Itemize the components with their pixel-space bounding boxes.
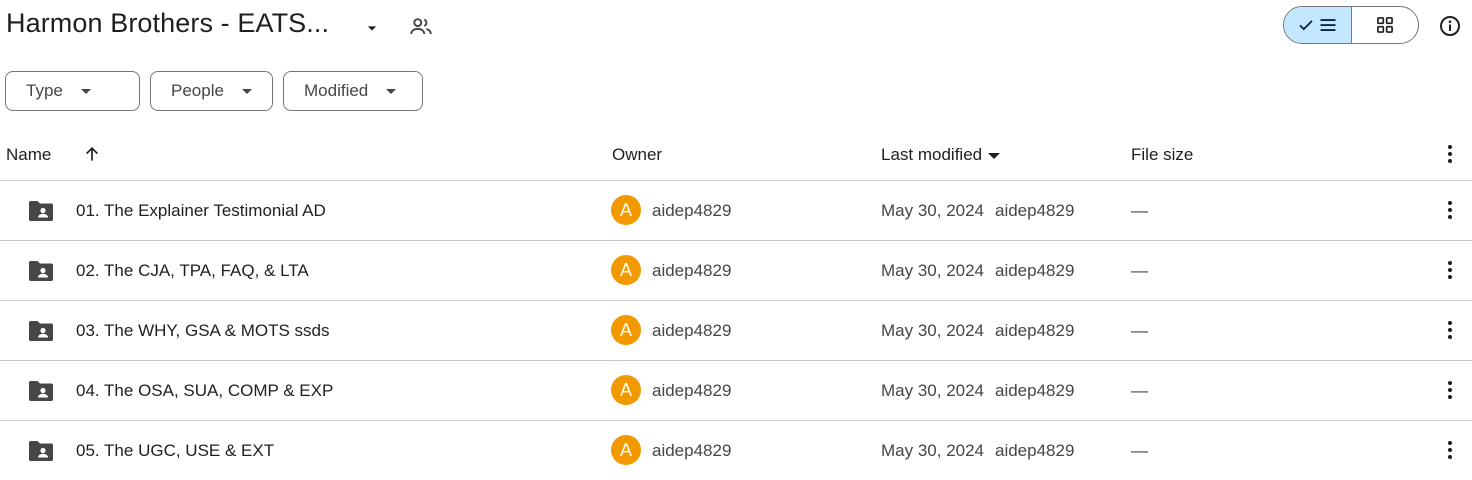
avatar: A — [611, 375, 641, 405]
view-toggle — [1283, 6, 1419, 44]
chip-label: Type — [26, 81, 63, 100]
people-icon[interactable] — [408, 14, 434, 40]
modified-by: aidep4829 — [995, 201, 1075, 220]
table-header: Name Owner Last modified File size — [0, 128, 1472, 181]
avatar: A — [611, 315, 641, 345]
column-header-label: Last modified — [881, 145, 983, 164]
more-vert-icon[interactable] — [1438, 378, 1462, 402]
column-header-last-modified[interactable]: Last modified — [881, 145, 1001, 165]
file-name[interactable]: 03. The WHY, GSA & MOTS ssds — [76, 321, 330, 341]
file-size: — — [1131, 321, 1148, 340]
shared-folder-icon — [29, 201, 53, 221]
shared-folder-icon — [29, 381, 53, 401]
owner-name: aidep4829 — [652, 381, 732, 400]
owner-name: aidep4829 — [652, 441, 732, 460]
owner-name: aidep4829 — [652, 261, 732, 280]
grid-icon — [1377, 17, 1393, 33]
header: Harmon Brothers - EATS... — [0, 0, 1472, 56]
column-header-file-size[interactable]: File size — [1131, 145, 1193, 165]
file-name[interactable]: 04. The OSA, SUA, COMP & EXP — [76, 381, 333, 401]
more-vert-icon[interactable] — [1438, 258, 1462, 282]
more-vert-icon[interactable] — [1438, 318, 1462, 342]
modified-by: aidep4829 — [995, 441, 1075, 460]
modified-date: May 30, 2024 — [881, 201, 985, 220]
modified-date: May 30, 2024 — [881, 441, 985, 460]
file-name[interactable]: 05. The UGC, USE & EXT — [76, 441, 274, 461]
file-name[interactable]: 01. The Explainer Testimonial AD — [76, 201, 326, 221]
list-view-button[interactable] — [1284, 7, 1352, 43]
shared-folder-icon — [29, 441, 53, 461]
file-size: — — [1131, 261, 1148, 280]
modified-date: May 30, 2024 — [881, 261, 985, 280]
file-size: — — [1131, 441, 1148, 460]
people-filter-chip[interactable]: People — [150, 71, 273, 111]
table-row[interactable]: 04. The OSA, SUA, COMP & EXP A aidep4829… — [0, 361, 1472, 421]
shared-folder-icon — [29, 261, 53, 281]
file-size: — — [1131, 201, 1148, 220]
filter-chips: Type People Modified — [5, 71, 423, 111]
modified-date: May 30, 2024 — [881, 321, 985, 340]
shared-folder-icon — [29, 321, 53, 341]
type-filter-chip[interactable]: Type — [5, 71, 140, 111]
modified-by: aidep4829 — [995, 381, 1075, 400]
arrow-drop-down-icon[interactable] — [362, 18, 382, 38]
owner-name: aidep4829 — [652, 321, 732, 340]
table-row[interactable]: 05. The UGC, USE & EXT A aidep4829 May 3… — [0, 421, 1472, 480]
table-row[interactable]: 02. The CJA, TPA, FAQ, & LTA A aidep4829… — [0, 241, 1472, 301]
info-icon[interactable] — [1438, 14, 1462, 38]
file-list: Name Owner Last modified File size 01. T… — [0, 128, 1472, 480]
table-row[interactable]: 03. The WHY, GSA & MOTS ssds A aidep4829… — [0, 301, 1472, 361]
modified-filter-chip[interactable]: Modified — [283, 71, 423, 111]
avatar: A — [611, 255, 641, 285]
column-header-name[interactable]: Name — [6, 145, 51, 165]
more-vert-icon[interactable] — [1438, 198, 1462, 222]
grid-view-button[interactable] — [1352, 7, 1418, 43]
file-name[interactable]: 02. The CJA, TPA, FAQ, & LTA — [76, 261, 309, 281]
file-size: — — [1131, 381, 1148, 400]
chip-label: People — [171, 81, 224, 100]
arrow-up-icon[interactable] — [82, 144, 102, 164]
column-header-owner[interactable]: Owner — [612, 145, 662, 165]
chip-label: Modified — [304, 81, 369, 100]
chevron-down-icon — [241, 88, 252, 94]
modified-date: May 30, 2024 — [881, 381, 985, 400]
more-vert-icon[interactable] — [1438, 142, 1462, 166]
chevron-down-icon — [386, 88, 397, 94]
more-vert-icon[interactable] — [1438, 438, 1462, 462]
modified-by: aidep4829 — [995, 261, 1075, 280]
list-icon — [1320, 19, 1336, 31]
owner-name: aidep4829 — [652, 201, 732, 220]
page-title[interactable]: Harmon Brothers - EATS... — [6, 8, 329, 39]
avatar: A — [611, 435, 641, 465]
modified-by: aidep4829 — [995, 321, 1075, 340]
avatar: A — [611, 195, 641, 225]
arrow-drop-down-icon — [988, 153, 1001, 159]
table-row[interactable]: 01. The Explainer Testimonial AD A aidep… — [0, 181, 1472, 241]
check-icon — [1299, 20, 1313, 31]
chevron-down-icon — [80, 88, 91, 94]
